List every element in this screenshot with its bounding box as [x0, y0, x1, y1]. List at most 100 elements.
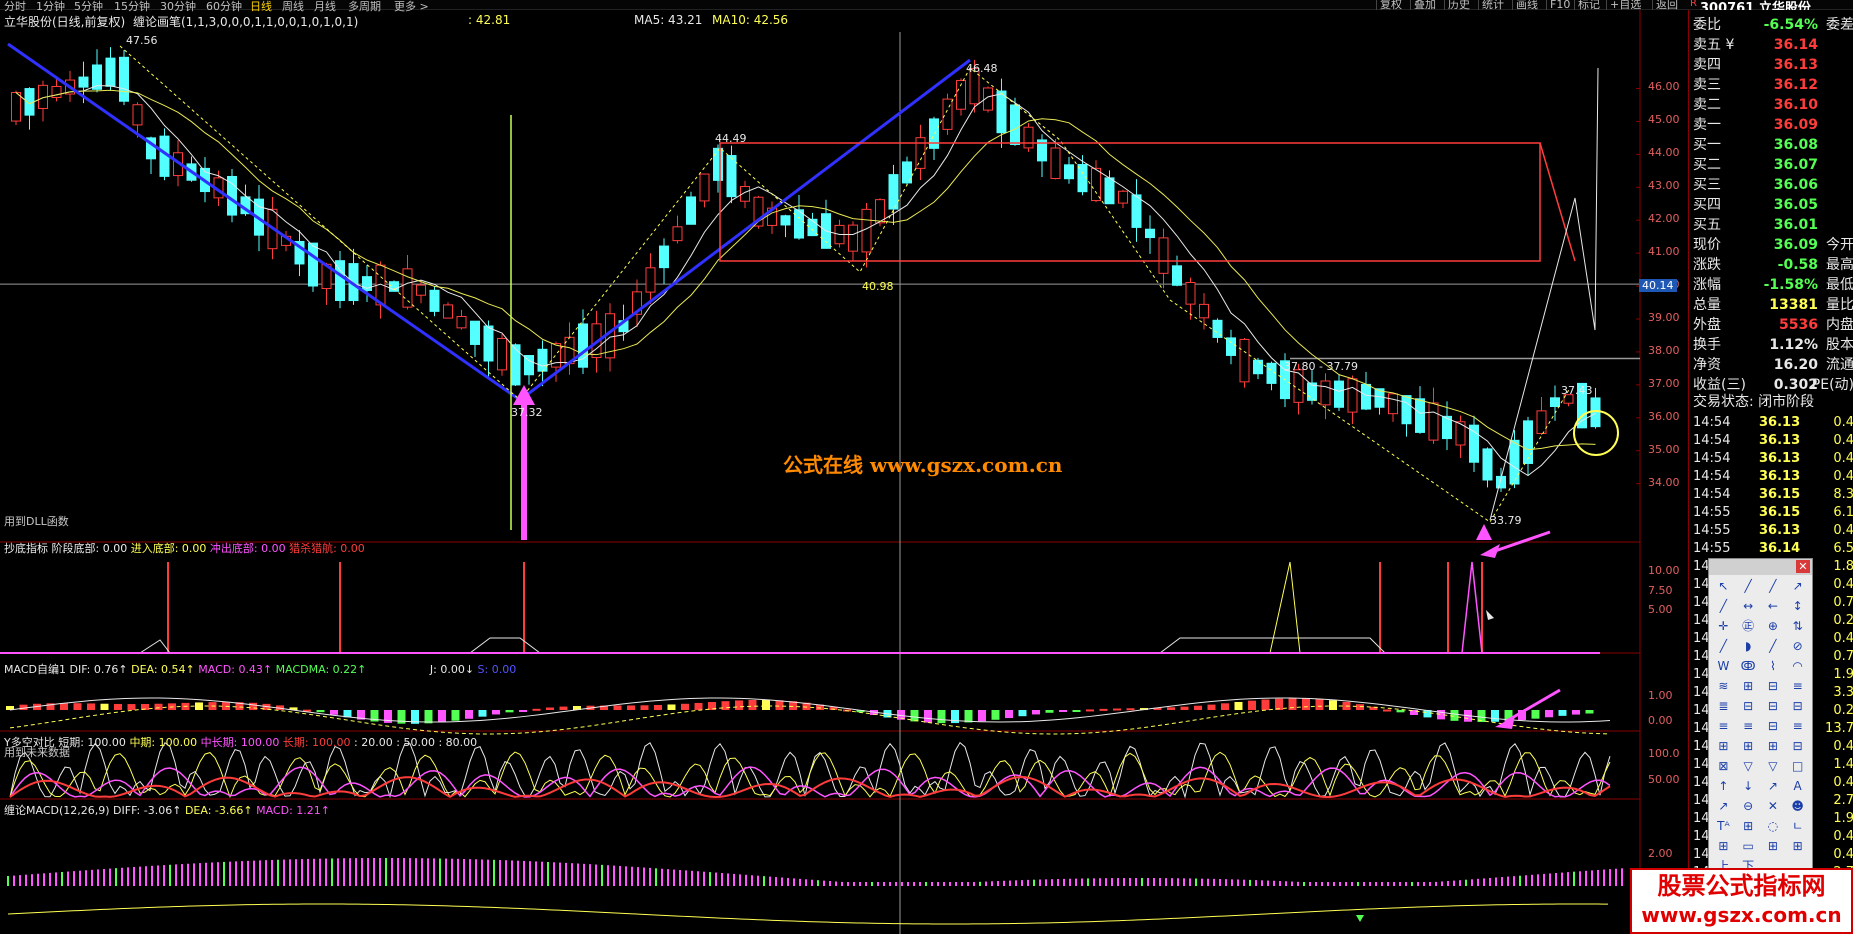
drawing-tool-icon[interactable]: ㄴ	[1785, 817, 1810, 835]
drawing-tool-icon[interactable]: ㊣	[1736, 617, 1761, 635]
drawing-tool-icon[interactable]: ↂ	[1736, 657, 1761, 675]
drawing-tool-icon[interactable]: A	[1785, 777, 1810, 795]
overlay-button[interactable]: 叠加	[1410, 0, 1439, 10]
label-high-47-56: 47.56	[126, 34, 158, 47]
drawing-tool-icon[interactable]: ╱	[1711, 597, 1736, 615]
drawing-tool-icon[interactable]: ⊟	[1761, 677, 1786, 695]
toolbox-titlebar[interactable]: ✕	[1709, 559, 1812, 575]
drawing-tool-icon[interactable]: ⊞	[1711, 737, 1736, 755]
drawing-tool-icon[interactable]: ≋	[1711, 677, 1736, 695]
quote-extra: 今开	[1826, 237, 1853, 253]
quote-row: 收益(三) 0.302 PE(动)	[1689, 376, 1853, 394]
macd-bar	[681, 703, 689, 710]
tick-time: 14:55	[1693, 523, 1731, 538]
drawing-toolbox[interactable]: ✕ ↖ ╱ ╱ ↗ ╱ ↔ ← ↕ ✛ ㊣ ⊕ ⇅ ╱ ◗ ╱ ⊘ W ↂ ⌇ ◠ ≋ ⊞ ⊟ ≡ ≣ ⊟ ⊟ ⊟ ≡ ≡ ⊟ ≡ ⊞ ⊞ ⊞ ⊟ ⊠ ▽…	[1708, 558, 1813, 873]
candle-body	[402, 268, 413, 308]
panel2-title[interactable]: 抄底指标	[4, 542, 48, 555]
drawing-tool-icon[interactable]: ⊖	[1736, 797, 1761, 815]
badge-r: R	[1690, 0, 1697, 9]
macd-bar	[519, 710, 527, 712]
drawing-tool-icon[interactable]: ↔	[1736, 597, 1761, 615]
macd-bar	[735, 700, 743, 710]
drawing-tool-icon[interactable]: ╱	[1711, 637, 1736, 655]
drawing-tool-icon[interactable]: ▽	[1736, 757, 1761, 775]
candle-body	[1050, 147, 1061, 179]
drawing-tool-icon[interactable]: ⊞	[1761, 737, 1786, 755]
drawing-tool-icon[interactable]: ⊞	[1736, 817, 1761, 835]
drawing-tool-icon[interactable]: ◌	[1761, 817, 1786, 835]
drawing-tool-icon[interactable]: ←	[1761, 597, 1786, 615]
quote-label: 卖一	[1693, 117, 1721, 133]
drawing-tool-icon[interactable]: ⊟	[1785, 697, 1810, 715]
drawing-tool-icon[interactable]: ↗	[1785, 577, 1810, 595]
panel4-item-3: 长期: 100.00	[282, 736, 351, 749]
drawing-tool-icon[interactable]: ⊟	[1761, 717, 1786, 735]
drawing-tool-icon[interactable]: ≣	[1711, 697, 1736, 715]
drawing-tool-icon[interactable]: ≡	[1736, 717, 1761, 735]
candle-body	[1091, 167, 1101, 202]
drawing-tool-icon[interactable]: ✛	[1711, 617, 1736, 635]
tick-volume: 0.4	[1833, 523, 1853, 538]
macd-bar	[1261, 699, 1270, 710]
drawing-tool-icon[interactable]: ⊞	[1761, 837, 1786, 855]
mark-button[interactable]: 标记	[1574, 0, 1603, 10]
drawing-tool-icon[interactable]: ↖	[1711, 577, 1736, 595]
drawing-tool-icon[interactable]: ◠	[1785, 657, 1810, 675]
stats-button[interactable]: 统计	[1478, 0, 1507, 10]
axis-tick-label: 50.00	[1648, 773, 1680, 786]
tick-volume: 0.4	[1833, 415, 1853, 430]
quote-label: 买三	[1693, 177, 1721, 193]
drawing-tool-icon[interactable]: ≡	[1785, 677, 1810, 695]
panel4-title[interactable]: Y多空对比	[4, 736, 55, 749]
drawing-tool-icon[interactable]: W	[1711, 657, 1736, 675]
drawing-tool-icon[interactable]: ▭	[1736, 837, 1761, 855]
adjust-button[interactable]: 复权	[1376, 0, 1405, 10]
drawing-tool-icon[interactable]: ⊘	[1785, 637, 1810, 655]
drawing-tool-icon[interactable]: ⌇	[1761, 657, 1786, 675]
axis-tick-label: 7.50	[1648, 583, 1673, 597]
panel5-title[interactable]: 缠论MACD(12,26,9)	[4, 804, 110, 817]
add-favorite-button[interactable]: +自选	[1606, 0, 1644, 10]
drawing-tool-icon[interactable]: ⊟	[1736, 697, 1761, 715]
toolbox-close-button[interactable]: ✕	[1796, 560, 1810, 573]
tick-volume: 2.7	[1833, 793, 1853, 808]
history-button[interactable]: 历史	[1444, 0, 1473, 10]
drawing-tool-icon[interactable]: ⊞	[1736, 737, 1761, 755]
drawing-tool-icon[interactable]: ╱	[1761, 577, 1786, 595]
drawing-tool-icon[interactable]: □	[1785, 757, 1810, 775]
macd-bar	[559, 706, 568, 710]
f10-button[interactable]: F10	[1546, 0, 1573, 10]
tick-row: 14:54 36.13 0.4	[1689, 414, 1853, 432]
drawing-tool-icon[interactable]: ◗	[1736, 637, 1761, 655]
drawing-tool-icon[interactable]: ≡	[1711, 717, 1736, 735]
drawing-tool-icon[interactable]: ↗	[1711, 797, 1736, 815]
tick-volume: 0.7	[1833, 595, 1853, 610]
drawing-tool-icon[interactable]: ✕	[1761, 797, 1786, 815]
macd-bar	[775, 700, 784, 710]
drawing-tool-icon[interactable]: ⊞	[1711, 837, 1736, 855]
drawing-tool-icon[interactable]: ⊟	[1785, 737, 1810, 755]
drawing-tool-icon[interactable]: ↓	[1736, 777, 1761, 795]
draw-button[interactable]: 画线	[1512, 0, 1541, 10]
drawing-tool-icon[interactable]: ⊕	[1761, 617, 1786, 635]
projection-line	[1489, 67, 1599, 521]
drawing-tool-icon[interactable]: ⇅	[1785, 617, 1810, 635]
drawing-tool-icon[interactable]: ⊠	[1711, 757, 1736, 775]
drawing-tool-icon[interactable]: ⊞	[1736, 677, 1761, 695]
drawing-tool-icon[interactable]: ☻	[1785, 797, 1810, 815]
indicator-name[interactable]: 缠论画笔(1,1,3,0,0,0,1,1,0,0,1,0,1,0,1)	[133, 13, 358, 30]
drawing-tool-icon[interactable]: ↗	[1761, 777, 1786, 795]
drawing-tool-icon[interactable]: Tᴬ	[1711, 817, 1736, 835]
drawing-tool-icon[interactable]: ⊟	[1761, 697, 1786, 715]
back-button[interactable]: 返回	[1652, 0, 1681, 10]
drawing-tool-icon[interactable]: ╱	[1736, 577, 1761, 595]
drawing-tool-icon[interactable]: ≡	[1785, 717, 1810, 735]
drawing-tool-icon[interactable]: ╱	[1761, 637, 1786, 655]
panel3-title[interactable]: MACD自编1	[4, 663, 66, 676]
drawing-tool-icon[interactable]: ↑	[1711, 777, 1736, 795]
macd-bar	[667, 704, 676, 710]
drawing-tool-icon[interactable]: ↕	[1785, 597, 1810, 615]
drawing-tool-icon[interactable]: ⊞	[1785, 837, 1810, 855]
drawing-tool-icon[interactable]: ▽	[1761, 757, 1786, 775]
quote-label: 涨跌	[1693, 257, 1721, 273]
